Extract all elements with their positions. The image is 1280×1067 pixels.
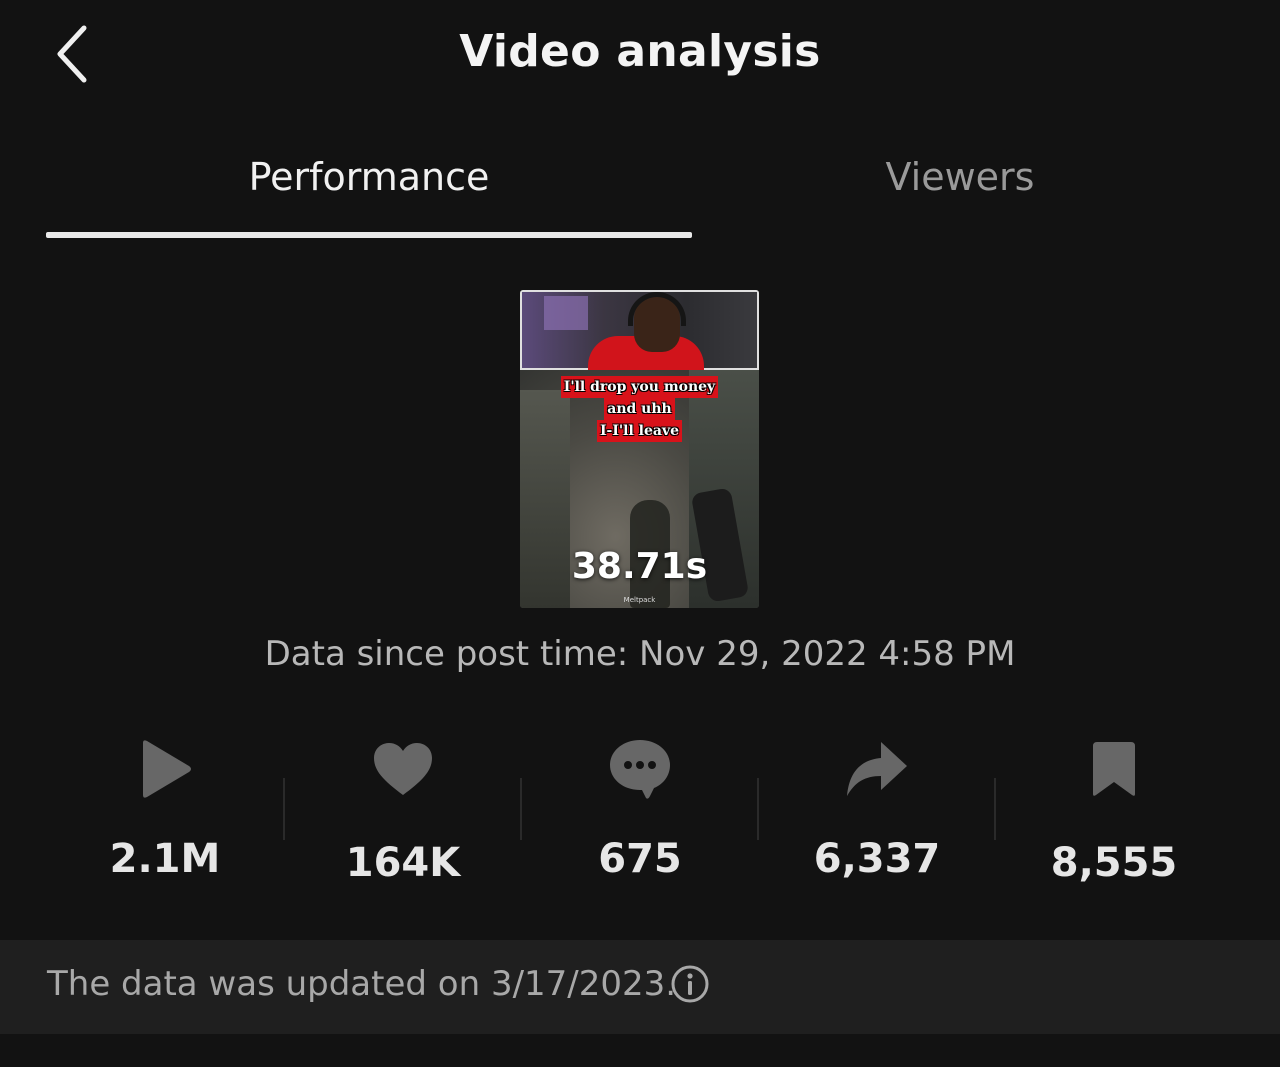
stat-views: 2.1M	[46, 720, 284, 900]
heart-icon	[368, 734, 438, 804]
video-caption: I'll drop you money and uhh I-I'll leave	[520, 376, 759, 442]
data-update-banner: The data was updated on 3/17/2023.	[0, 940, 1280, 1034]
stat-saves: 8,555	[995, 720, 1233, 900]
video-duration: 38.71s	[571, 546, 708, 587]
facecam-area	[520, 290, 759, 376]
stat-shares: 6,337	[758, 720, 996, 900]
info-icon[interactable]	[670, 964, 710, 1004]
caption-line: I-I'll leave	[596, 420, 683, 442]
bottom-area	[0, 1034, 1280, 1067]
stat-comments: 675	[521, 720, 759, 900]
stat-value: 6,337	[813, 836, 941, 882]
page-title: Video analysis	[459, 26, 821, 77]
video-watermark: Meltpack	[623, 596, 656, 604]
stat-value: 675	[598, 836, 682, 882]
stat-value: 164K	[345, 840, 461, 886]
video-analysis-page: Video analysis Performance Viewers I'll …	[0, 0, 1280, 1067]
stat-value: 2.1M	[109, 836, 221, 882]
play-icon	[130, 734, 200, 804]
caption-line: and uhh	[604, 398, 675, 420]
stat-value: 8,555	[1050, 840, 1178, 886]
headset	[628, 292, 686, 326]
bookmark-icon	[1079, 734, 1149, 804]
tab-performance[interactable]: Performance	[46, 155, 692, 215]
background-poster	[544, 296, 588, 330]
comment-icon	[605, 734, 675, 804]
stat-likes: 164K	[284, 720, 522, 900]
tab-bar: Performance Viewers	[0, 145, 1280, 245]
update-notice: The data was updated on 3/17/2023.	[47, 964, 677, 1004]
stats-row: 2.1M 164K 675 6,337 8,555	[46, 720, 1234, 900]
share-icon	[842, 734, 912, 804]
post-time: Data since post time: Nov 29, 2022 4:58 …	[264, 634, 1016, 674]
caption-line: I'll drop you money	[560, 376, 719, 398]
tab-viewers[interactable]: Viewers	[640, 155, 1280, 215]
header: Video analysis	[0, 0, 1280, 110]
active-tab-indicator	[46, 232, 692, 238]
video-thumbnail[interactable]: I'll drop you money and uhh I-I'll leave…	[520, 290, 759, 608]
